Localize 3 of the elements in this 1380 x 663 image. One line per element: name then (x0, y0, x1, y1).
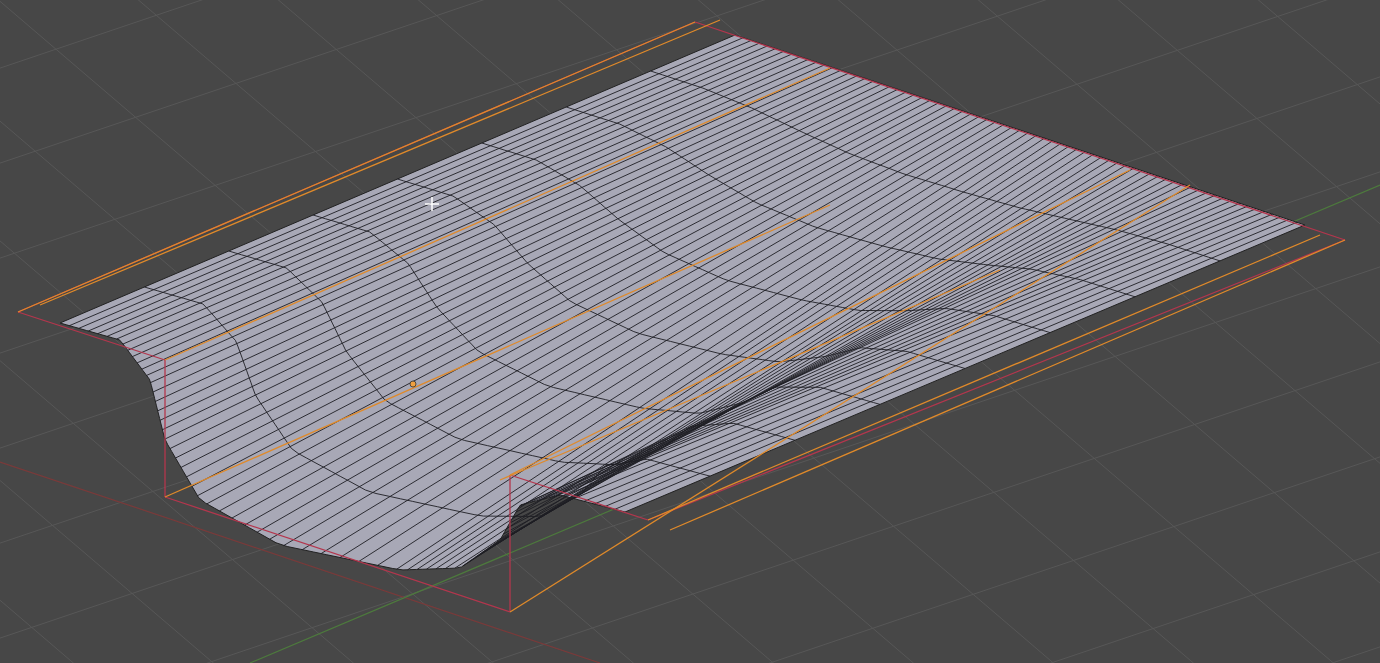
wireframe-surface-drawing[interactable] (59, 34, 1306, 571)
origin-dot (409, 380, 417, 388)
3d-cursor-icon (424, 196, 440, 212)
